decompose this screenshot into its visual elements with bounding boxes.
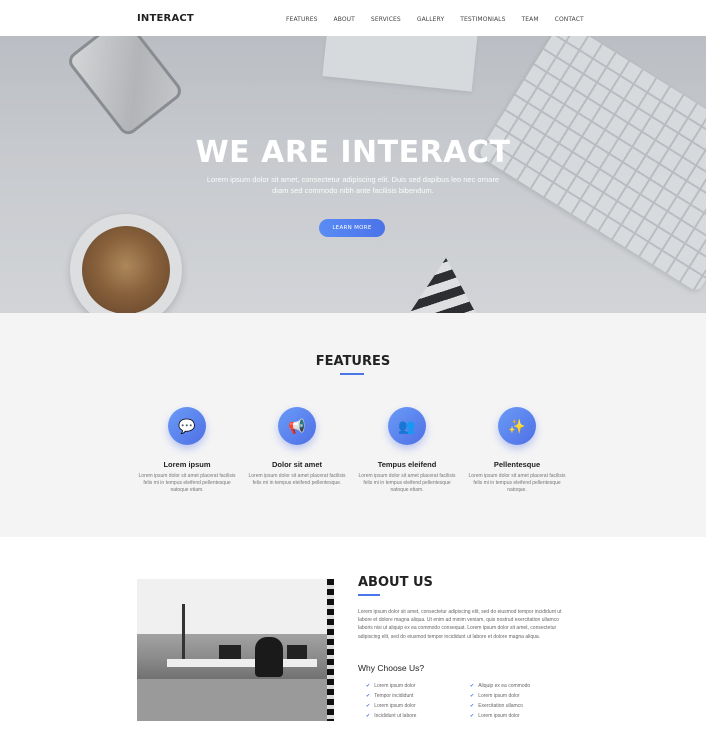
check-icon: ✔ <box>366 713 371 719</box>
features-section: FEATURES 💬 Lorem ipsum Lorem ipsum dolor… <box>0 313 706 537</box>
list-item: ✔ Lorem ipsum dolor <box>366 703 416 709</box>
check-icon: ✔ <box>366 703 371 709</box>
feature-description: Lorem ipsum dolor sit amet placerat faci… <box>248 473 346 486</box>
check-icon: ✔ <box>366 693 371 699</box>
photo-monitor <box>287 645 307 659</box>
nav-item-contact[interactable]: CONTACT <box>555 16 584 23</box>
why-list-right: ✔ Aliquip ex ea commodo ✔ Lorem ipsum dolo… <box>470 681 530 721</box>
about-underline <box>358 594 380 596</box>
top-nav: INTERACT FEATURES ABOUT SERVICES GALLERY… <box>0 0 706 36</box>
photo-monitor <box>219 645 241 659</box>
list-item: ✔ Lorem ipsum dolor <box>470 693 520 699</box>
list-item: ✔ Lorem ipsum dolor <box>366 683 416 689</box>
photo-floor <box>137 679 334 721</box>
check-icon: ✔ <box>470 703 475 709</box>
check-icon: ✔ <box>470 683 475 689</box>
list-item: ✔ Exercitation ullamco <box>470 703 523 709</box>
chat-bubbles-icon: 💬 <box>168 407 206 445</box>
photo-person <box>255 637 283 677</box>
check-icon: ✔ <box>366 683 371 689</box>
nav-item-testimonials[interactable]: TESTIMONIALS <box>460 16 505 23</box>
nav-item-services[interactable]: SERVICES <box>371 16 401 23</box>
list-item: ✔ Tempor incididunt <box>366 693 414 699</box>
list-item: ✔ Aliquip ex ea commodo <box>470 683 531 689</box>
hero-subtitle: Lorem ipsum dolor sit amet, consectetur … <box>206 175 500 195</box>
group-icon: 👥 <box>388 407 426 445</box>
nav-item-about[interactable]: ABOUT <box>334 16 355 23</box>
feature-description: Lorem ipsum dolor sit amet placerat faci… <box>138 473 236 493</box>
features-heading: FEATURES <box>315 354 391 369</box>
nav-item-gallery[interactable]: GALLERY <box>417 16 444 23</box>
feature-title: Dolor sit amet <box>271 460 322 469</box>
feature-card: 👥 Tempus eleifend Lorem ipsum dolor sit … <box>357 407 457 494</box>
about-paragraph: Lorem ipsum dolor sit amet, consectetur … <box>358 609 562 640</box>
nav-menu: FEATURES ABOUT SERVICES GALLERY TESTIMON… <box>286 16 600 23</box>
photo-desk <box>167 659 317 667</box>
learn-more-button[interactable]: LEARN MORE <box>319 219 385 237</box>
hero-title: WE ARE INTERACT <box>195 135 511 170</box>
check-icon: ✔ <box>470 713 475 719</box>
why-choose-heading: Why Choose Us? <box>358 663 425 673</box>
list-item: ✔ Incididunt ut labore <box>366 713 417 719</box>
features-underline <box>340 373 364 375</box>
hero-section: WE ARE INTERACT Lorem ipsum dolor sit am… <box>0 36 706 313</box>
list-item: ✔ Lorem ipsum dolor <box>470 713 520 719</box>
about-office-photo <box>137 579 334 721</box>
photo-blinds <box>327 579 334 721</box>
feature-description: Lorem ipsum dolor sit amet placerat faci… <box>468 473 566 493</box>
feature-title: Pellentesque <box>493 460 541 469</box>
about-heading: ABOUT US <box>358 575 433 590</box>
check-icon: ✔ <box>470 693 475 699</box>
nav-item-team[interactable]: TEAM <box>522 16 539 23</box>
feature-card: 💬 Lorem ipsum Lorem ipsum dolor sit amet… <box>137 407 237 494</box>
feature-card: ✨ Pellentesque Lorem ipsum dolor sit ame… <box>467 407 567 494</box>
why-list-left: ✔ Lorem ipsum dolor ✔ Tempor incididunt ✔ L… <box>366 681 416 721</box>
photo-wall <box>137 579 334 634</box>
nav-item-features[interactable]: FEATURES <box>286 16 318 23</box>
megaphone-icon: 📢 <box>278 407 316 445</box>
feature-title: Lorem ipsum <box>163 460 211 469</box>
magic-wand-icon: ✨ <box>498 407 536 445</box>
brand-logo[interactable]: INTERACT <box>137 13 194 24</box>
feature-card: 📢 Dolor sit amet Lorem ipsum dolor sit a… <box>247 407 347 487</box>
feature-title: Tempus eleifend <box>377 460 437 469</box>
feature-description: Lorem ipsum dolor sit amet placerat faci… <box>358 473 456 493</box>
photo-lamp <box>182 604 185 664</box>
